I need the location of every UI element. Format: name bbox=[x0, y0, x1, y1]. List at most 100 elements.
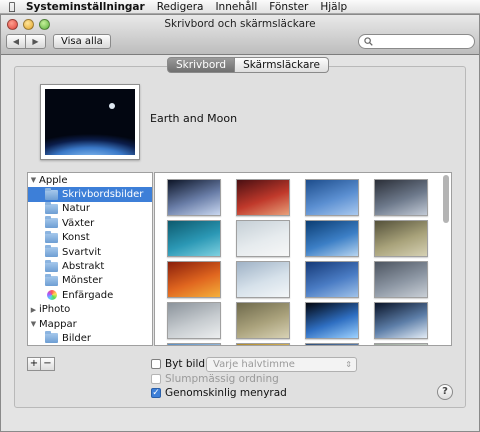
wallpaper-thumbnail-gray-streak[interactable] bbox=[374, 179, 428, 216]
source-label: iPhoto bbox=[39, 304, 71, 316]
help-button[interactable]: ? bbox=[437, 384, 453, 400]
forward-button[interactable]: ▶ bbox=[26, 34, 46, 49]
wallpaper-thumbnail-golden-field[interactable] bbox=[236, 343, 290, 345]
add-folder-button[interactable]: + bbox=[27, 357, 41, 371]
current-picture-well[interactable] bbox=[40, 84, 140, 160]
folder-icon bbox=[45, 230, 58, 243]
nav-buttons: ◀ ▶ bbox=[6, 34, 46, 49]
wallpaper-thumbnail-earth-and-moon[interactable] bbox=[305, 302, 359, 339]
interval-popup[interactable]: Varje halvtimme ⇕ bbox=[206, 357, 357, 372]
menu-window[interactable]: Fönster bbox=[263, 1, 314, 13]
wallpaper-thumbnail-blue-haze[interactable] bbox=[167, 343, 221, 345]
updown-arrows-icon: ⇕ bbox=[345, 360, 352, 369]
source-item-nature[interactable]: Natur bbox=[28, 201, 152, 216]
wallpaper-thumbnail-gray-horizon[interactable] bbox=[374, 261, 428, 298]
folder-icon bbox=[45, 273, 58, 286]
source-label: Konst bbox=[62, 232, 90, 244]
wallpaper-thumbnail-blue-abstract[interactable] bbox=[305, 261, 359, 298]
show-all-button[interactable]: Visa alla bbox=[53, 34, 111, 49]
title-bar: Skrivbord och skärmsläckare ◀ ▶ Visa all… bbox=[1, 15, 479, 55]
picture-grid[interactable] bbox=[154, 172, 452, 346]
source-label: Svartvit bbox=[62, 246, 102, 258]
current-picture-name: Earth and Moon bbox=[150, 112, 238, 125]
source-group-iphoto[interactable]: ▶ iPhoto bbox=[28, 303, 152, 317]
source-item-plants[interactable]: Växter bbox=[28, 216, 152, 230]
source-item-desktop-pictures[interactable]: Skrivbordsbilder bbox=[28, 187, 152, 202]
wallpaper-thumbnail-dry-grass[interactable] bbox=[374, 220, 428, 257]
source-item-black-white[interactable]: Svartvit bbox=[28, 245, 152, 259]
moon-shape bbox=[109, 103, 115, 109]
source-label: Skrivbordsbilder bbox=[62, 189, 144, 201]
wallpaper-thumbnail-galaxy[interactable] bbox=[167, 179, 221, 216]
menu-view[interactable]: Innehåll bbox=[209, 1, 263, 13]
source-label: Bilder bbox=[62, 332, 92, 344]
wallpaper-thumbnail-red-canyon[interactable] bbox=[236, 179, 290, 216]
source-item-solid-colors[interactable]: Enfärgade bbox=[28, 288, 152, 302]
translucent-menu-label: Genomskinlig menyrad bbox=[165, 387, 287, 399]
source-label: Natur bbox=[62, 203, 90, 215]
source-label: Enfärgade bbox=[62, 289, 114, 301]
source-item-pictures[interactable]: Bilder bbox=[28, 331, 152, 345]
translucent-menu-checkbox[interactable]: ✓ bbox=[151, 388, 161, 398]
source-label: Mönster bbox=[62, 275, 103, 287]
source-group-apple[interactable]: ▼ Apple bbox=[28, 173, 152, 187]
source-item-art[interactable]: Konst bbox=[28, 230, 152, 245]
back-button[interactable]: ◀ bbox=[6, 34, 26, 49]
random-order-checkbox[interactable] bbox=[151, 374, 161, 384]
wallpaper-thumbnail-blue-wave[interactable] bbox=[305, 179, 359, 216]
menu-edit[interactable]: Redigera bbox=[151, 1, 210, 13]
remove-folder-button[interactable]: − bbox=[41, 357, 55, 371]
color-wheel-icon bbox=[47, 290, 57, 301]
wallpaper-thumbnail-pale-sky[interactable] bbox=[236, 220, 290, 257]
folder-icon bbox=[45, 216, 58, 229]
source-item-abstract[interactable]: Abstrakt bbox=[28, 259, 152, 273]
wallpaper-thumbnail-blue-reeds[interactable] bbox=[305, 220, 359, 257]
menu-app[interactable]: Systeminställningar bbox=[24, 1, 151, 13]
disclosure-open-icon[interactable]: ▼ bbox=[28, 320, 39, 328]
wallpaper-thumbnail-foggy-forest[interactable] bbox=[236, 302, 290, 339]
wallpaper-thumbnail-earth-clouds[interactable] bbox=[374, 302, 428, 339]
translucent-menu-option[interactable]: ✓ Genomskinlig menyrad bbox=[151, 387, 287, 399]
change-picture-checkbox[interactable] bbox=[151, 359, 161, 369]
window-title: Skrivbord och skärmsläckare bbox=[164, 18, 316, 30]
wallpaper-thumbnail-white-plants[interactable] bbox=[374, 343, 428, 345]
source-label: Apple bbox=[39, 174, 68, 186]
wallpaper-thumbnail-autumn-leaves[interactable] bbox=[167, 261, 221, 298]
menu-bar:  Systeminställningar Redigera Innehåll … bbox=[0, 0, 480, 14]
wallpaper-thumbnail-rain-drops[interactable] bbox=[305, 343, 359, 345]
menu-help[interactable]: Hjälp bbox=[314, 1, 353, 13]
folder-icon bbox=[45, 331, 58, 344]
segmented-tabs: Skrivbord Skärmsläckare bbox=[167, 57, 329, 73]
wallpaper-thumbnail-teal-water[interactable] bbox=[167, 220, 221, 257]
interval-value: Varje halvtimme bbox=[213, 359, 295, 370]
chevron-left-icon: ◀ bbox=[12, 37, 20, 46]
thumbnail-grid bbox=[167, 179, 428, 345]
disclosure-closed-icon[interactable]: ▶ bbox=[28, 306, 39, 314]
wallpaper-thumbnail-frosty-glass[interactable] bbox=[236, 261, 290, 298]
source-group-folders[interactable]: ▼ Mappar bbox=[28, 317, 152, 331]
add-remove-buttons: + − bbox=[27, 357, 55, 371]
chevron-right-icon: ▶ bbox=[32, 37, 39, 46]
source-list[interactable]: ▼ Apple Skrivbordsbilder Natur Växter Ko… bbox=[27, 172, 153, 346]
source-label: Abstrakt bbox=[62, 261, 105, 273]
folder-icon bbox=[45, 245, 58, 258]
source-label: Mappar bbox=[39, 318, 77, 330]
search-field[interactable] bbox=[358, 34, 475, 49]
random-order-label: Slumpmässig ordning bbox=[165, 373, 279, 385]
random-order-option[interactable]: Slumpmässig ordning bbox=[151, 373, 279, 385]
source-item-patterns[interactable]: Mönster bbox=[28, 273, 152, 288]
tab-screensaver[interactable]: Skärmsläckare bbox=[235, 57, 329, 73]
tab-desktop[interactable]: Skrivbord bbox=[167, 57, 236, 73]
folder-icon bbox=[45, 201, 58, 214]
wallpaper-thumbnail-misty-lake[interactable] bbox=[167, 302, 221, 339]
vertical-scrollbar[interactable] bbox=[443, 175, 449, 223]
source-label: Växter bbox=[62, 217, 95, 229]
disclosure-open-icon[interactable]: ▼ bbox=[28, 176, 39, 184]
search-icon bbox=[364, 37, 373, 46]
folder-icon bbox=[45, 259, 58, 272]
current-picture-image bbox=[45, 89, 135, 155]
change-picture-option[interactable]: Byt bild: bbox=[151, 358, 209, 370]
change-picture-label: Byt bild: bbox=[165, 358, 209, 370]
apple-menu-icon[interactable]:  bbox=[0, 0, 24, 13]
folder-icon bbox=[45, 187, 58, 200]
